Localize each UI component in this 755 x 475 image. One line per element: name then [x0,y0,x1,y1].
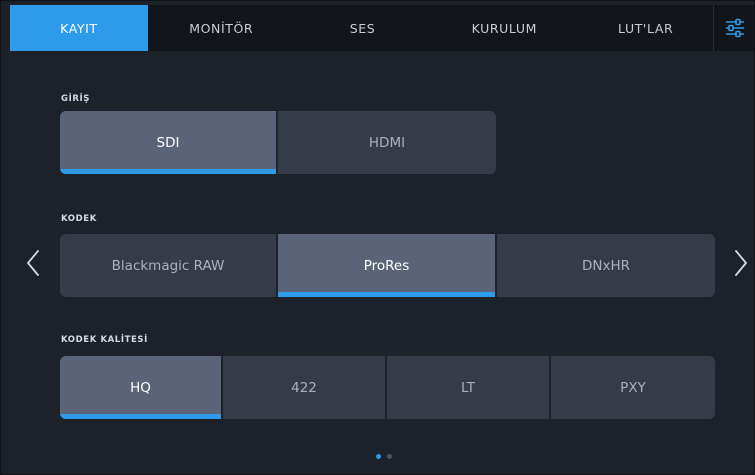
option-label: PXY [620,379,646,396]
quality-option-422[interactable]: 422 [223,356,385,419]
quality-option-pxy[interactable]: PXY [551,356,715,419]
codec-option-prores[interactable]: ProRes [278,234,495,297]
tab-bar: KAYIT MONİTÖR SES KURULUM LUT'LAR [10,5,754,51]
tab-ses[interactable]: SES [295,5,431,51]
codec-selector: Blackmagic RAW ProRes DNxHR [60,234,715,297]
option-label: ProRes [363,257,410,274]
selected-indicator [60,414,221,419]
option-label: DNxHR [581,257,630,274]
option-label: HQ [130,379,151,396]
settings-button[interactable] [713,5,754,51]
codec-section-label: KODEK [61,214,97,224]
codec-option-braw[interactable]: Blackmagic RAW [60,234,276,297]
screen: KAYIT MONİTÖR SES KURULUM LUT'LAR GİRİŞ [0,0,755,475]
tab-kayit[interactable]: KAYIT [10,5,148,51]
input-section-label: GİRİŞ [61,94,90,104]
quality-option-hq[interactable]: HQ [60,356,221,419]
option-label: HDMI [368,134,406,151]
sliders-icon [726,18,744,38]
selected-indicator [278,292,495,297]
input-option-hdmi[interactable]: HDMI [278,111,496,174]
tab-lutlar[interactable]: LUT'LAR [578,5,713,51]
tab-monitor[interactable]: MONİTÖR [148,5,295,51]
chevron-right-icon [735,250,747,276]
option-label: Blackmagic RAW [111,257,225,274]
option-label: SDI [156,134,180,151]
option-label: LT [461,379,475,396]
input-option-sdi[interactable]: SDI [60,111,276,174]
selected-indicator [60,169,276,174]
page-indicator [376,454,392,459]
codec-quality-section-label: KODEK KALİTESİ [61,335,148,345]
input-selector: SDI HDMI [60,111,496,174]
chevron-left-icon [27,250,39,276]
next-page-button[interactable] [729,246,753,280]
quality-option-lt[interactable]: LT [387,356,549,419]
codec-option-dnxhr[interactable]: DNxHR [497,234,715,297]
page-dot-2[interactable] [387,454,392,459]
codec-quality-selector: HQ 422 LT PXY [60,356,715,419]
tab-kurulum[interactable]: KURULUM [430,5,578,51]
page-dot-1[interactable] [376,454,381,459]
previous-page-button[interactable] [21,246,45,280]
option-label: 422 [291,379,317,396]
